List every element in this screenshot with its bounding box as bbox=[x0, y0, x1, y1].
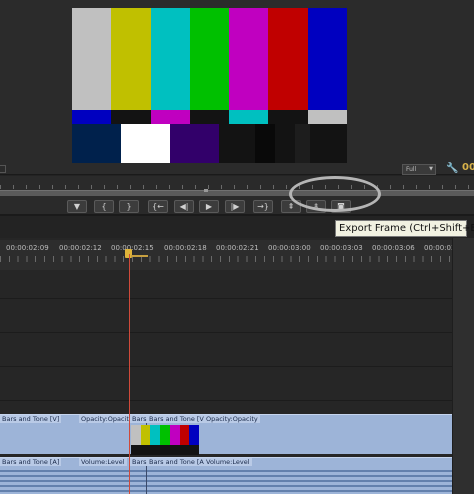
monitor-corner-bracket bbox=[0, 165, 6, 173]
ruler-ticks bbox=[0, 256, 452, 262]
color-bar bbox=[268, 110, 308, 124]
color-bar bbox=[229, 8, 269, 110]
track-separator bbox=[0, 400, 452, 401]
color-bar bbox=[219, 124, 255, 163]
ruler-tick-label: 00:00:02:21 bbox=[216, 244, 259, 252]
scrubber-grip[interactable] bbox=[204, 189, 208, 192]
ruler-tick-label: 00:00:03:00 bbox=[268, 244, 311, 252]
color-bars-top bbox=[72, 8, 347, 110]
go-to-in-button[interactable]: {← bbox=[148, 200, 168, 213]
color-bar bbox=[307, 110, 347, 124]
color-bars-frame bbox=[72, 8, 347, 163]
color-bar bbox=[150, 110, 190, 124]
thumbnail-bar bbox=[150, 425, 161, 445]
transport-controls: ▼ {} {← ◀| ▶ |▶ →} ⇞ ⇟ ◙ bbox=[0, 198, 474, 216]
timeline-playhead-line bbox=[129, 254, 130, 494]
zoom-level-select[interactable]: Full ▼ bbox=[402, 164, 436, 175]
color-bar bbox=[189, 8, 230, 110]
color-bar bbox=[170, 124, 219, 163]
ruler-tick-label: 00:00:02:18 bbox=[164, 244, 207, 252]
extract-button[interactable]: ⇟ bbox=[306, 200, 326, 213]
color-bar bbox=[150, 8, 190, 110]
color-bar bbox=[121, 124, 170, 163]
color-bar bbox=[72, 110, 112, 124]
clip-thumbnail bbox=[131, 425, 199, 455]
export-frame-tooltip: Export Frame (Ctrl+Shift+E) bbox=[335, 220, 474, 237]
color-bars-middle bbox=[72, 110, 347, 124]
color-bar bbox=[229, 110, 269, 124]
color-bar bbox=[268, 8, 308, 110]
ruler-tick-label: 00:00:03:03 bbox=[320, 244, 363, 252]
color-bar bbox=[275, 124, 295, 163]
color-bar bbox=[307, 8, 347, 110]
zoom-level-value: Full bbox=[406, 166, 417, 173]
ruler-tick-label: 00:00:02:15 bbox=[111, 244, 154, 252]
add-marker-button[interactable]: ▼ bbox=[67, 200, 87, 213]
step-back-button[interactable]: ◀| bbox=[174, 200, 194, 213]
track-separator bbox=[0, 366, 452, 367]
thumbnail-bar bbox=[131, 445, 199, 455]
audio-track-clip[interactable]: Bars and Tone [A] Volume:Level Bars Bars an… bbox=[0, 457, 452, 494]
ruler-tick-label: 00:00:02:09 bbox=[6, 244, 49, 252]
clip-effect-select[interactable]: Volume:Level bbox=[204, 458, 252, 466]
monitor-scrubber[interactable] bbox=[0, 176, 474, 198]
clip-effect-select[interactable]: Opacity:Opacity bbox=[79, 415, 135, 423]
thumbnail-bar bbox=[189, 425, 199, 445]
wrench-icon[interactable]: 🔧 bbox=[446, 163, 458, 175]
play-button[interactable]: ▶ bbox=[199, 200, 219, 213]
clip-name-label: Bars and Tone [A] bbox=[0, 458, 62, 466]
clip-name-label: Bars bbox=[130, 458, 149, 466]
program-monitor: Full ▼ 🔧 00 bbox=[0, 0, 474, 175]
clip-effect-select[interactable]: Opacity:Opacity bbox=[204, 415, 260, 423]
thumbnail-bar bbox=[140, 425, 151, 445]
timeline-panel: 00:00:02:09 00:00:02:12 00:00:02:15 00:00:0… bbox=[0, 218, 474, 494]
clip-name-label: Bars and Tone [V] bbox=[147, 415, 209, 423]
clip-name-label: Bars and Tone [A] bbox=[147, 458, 209, 466]
step-forward-button[interactable]: |▶ bbox=[225, 200, 245, 213]
color-bar bbox=[111, 8, 151, 110]
color-bar bbox=[295, 124, 310, 163]
vertical-scrollbar[interactable] bbox=[452, 238, 474, 494]
track-separator bbox=[0, 332, 452, 333]
thumbnail-bar bbox=[179, 425, 190, 445]
color-bars-bottom bbox=[72, 124, 347, 163]
export-frame-button[interactable]: ◙ bbox=[331, 200, 351, 213]
track-separator bbox=[0, 298, 452, 299]
color-bar bbox=[111, 110, 151, 124]
clip-name-label: Bars and Tone [V] bbox=[0, 415, 62, 423]
video-track-clip[interactable]: Bars and Tone [V] Opacity:Opacity Bars Bars… bbox=[0, 414, 452, 455]
ruler-tick-label: 00:00:03:06 bbox=[372, 244, 415, 252]
clip-name-label: Bars bbox=[130, 415, 149, 423]
mark-out-button[interactable]: } bbox=[119, 200, 139, 213]
color-bar bbox=[310, 124, 347, 163]
audio-waveform bbox=[0, 470, 452, 492]
clip-effect-select[interactable]: Volume:Level bbox=[79, 458, 127, 466]
color-bar bbox=[189, 110, 230, 124]
ruler-tick-label: 00:00:02:12 bbox=[59, 244, 102, 252]
lift-button[interactable]: ⇞ bbox=[281, 200, 301, 213]
color-bar bbox=[255, 124, 275, 163]
color-bar bbox=[72, 8, 112, 110]
mark-in-button[interactable]: { bbox=[94, 200, 114, 213]
timecode-display: 00 bbox=[462, 162, 474, 173]
thumbnail-bar bbox=[169, 425, 180, 445]
go-to-out-button[interactable]: →} bbox=[253, 200, 273, 213]
thumbnail-bar bbox=[131, 425, 141, 445]
color-bar bbox=[72, 124, 121, 163]
scrubber-track[interactable] bbox=[0, 190, 474, 196]
chevron-down-icon: ▼ bbox=[429, 166, 433, 172]
playhead-indicator bbox=[131, 255, 148, 257]
thumbnail-bar bbox=[160, 425, 170, 445]
scrubber-ticks bbox=[0, 185, 474, 189]
